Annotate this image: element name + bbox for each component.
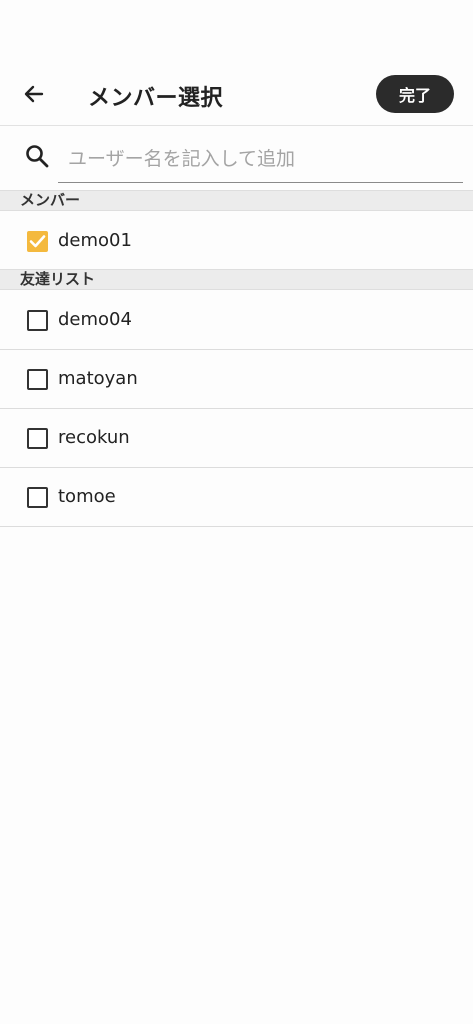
- list-item-friend[interactable]: tomoe: [0, 468, 473, 527]
- checkbox-unchecked[interactable]: [27, 310, 48, 331]
- done-button[interactable]: 完了: [376, 75, 454, 113]
- friend-name: recokun: [58, 427, 130, 448]
- friend-name: tomoe: [58, 486, 116, 507]
- back-button[interactable]: [18, 78, 50, 110]
- app-header: メンバー選択 完了: [0, 60, 473, 126]
- arrow-left-icon: [24, 85, 44, 103]
- checkbox-unchecked[interactable]: [27, 428, 48, 449]
- list-item-member[interactable]: demo01: [0, 212, 473, 271]
- member-name: demo01: [58, 230, 132, 251]
- search-input[interactable]: [58, 135, 463, 183]
- list-item-friend[interactable]: recokun: [0, 409, 473, 468]
- list-item-friend[interactable]: matoyan: [0, 350, 473, 409]
- list-item-friend[interactable]: demo04: [0, 291, 473, 350]
- friend-name: matoyan: [58, 368, 138, 389]
- checkbox-checked[interactable]: [27, 231, 48, 252]
- page-title: メンバー選択: [88, 86, 224, 111]
- friend-name: demo04: [58, 309, 132, 330]
- section-header-friends: 友達リスト: [0, 269, 473, 290]
- section-header-members: メンバー: [0, 190, 473, 211]
- checkmark-icon: [29, 235, 46, 248]
- checkbox-unchecked[interactable]: [27, 369, 48, 390]
- search-bar: [0, 127, 473, 189]
- search-icon: [26, 145, 49, 168]
- checkbox-unchecked[interactable]: [27, 487, 48, 508]
